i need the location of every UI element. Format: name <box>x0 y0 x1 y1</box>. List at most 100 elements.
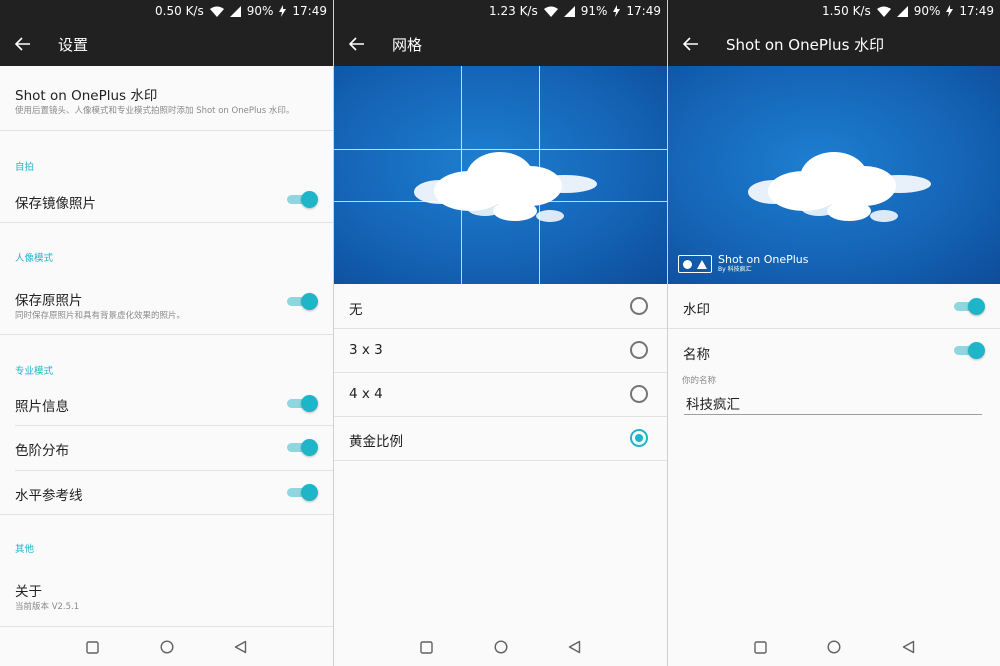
preview-watermark-line2: By 科技疯汇 <box>718 266 752 273</box>
about-version: 当前版本 V2.5.1 <box>15 602 80 612</box>
save-mirror-setting[interactable]: 保存镜像照片 <box>0 178 333 222</box>
grid-option-label: 3 x 3 <box>349 342 383 358</box>
grid-line-vertical <box>539 66 540 284</box>
nav-back-button[interactable] <box>899 638 917 656</box>
network-speed: 0.50 K/s <box>155 4 204 18</box>
status-bar: 1.23 K/s 91% 17:49 <box>334 0 667 22</box>
wifi-icon <box>543 6 558 17</box>
divider <box>0 514 333 515</box>
watermark-preview-image: Shot on OnePlus By 科技疯汇 <box>668 66 1000 284</box>
watermark-toggle[interactable] <box>954 296 985 316</box>
histogram-toggle[interactable] <box>287 437 318 457</box>
grid-option-radio[interactable] <box>630 341 648 359</box>
divider <box>0 130 333 131</box>
cloud-image <box>414 152 597 222</box>
clock: 17:49 <box>626 4 661 18</box>
back-triangle-icon <box>902 640 914 654</box>
home-button[interactable] <box>158 638 176 656</box>
about-setting[interactable]: 关于 当前版本 V2.5.1 <box>0 568 333 624</box>
home-button[interactable] <box>492 638 510 656</box>
toolbar: Shot on OnePlus 水印 <box>668 22 1000 66</box>
recents-square-icon <box>753 640 767 654</box>
clock: 17:49 <box>292 4 327 18</box>
nav-bar <box>334 628 667 666</box>
back-button[interactable] <box>334 22 380 66</box>
back-triangle-icon <box>568 640 581 654</box>
divider <box>0 222 333 223</box>
charging-icon <box>946 5 954 17</box>
divider <box>0 626 333 627</box>
photo-info-setting[interactable]: 照片信息 <box>0 381 333 425</box>
back-button[interactable] <box>668 22 714 66</box>
nav-back-button[interactable] <box>232 638 250 656</box>
save-original-setting[interactable]: 保存原照片 同时保存原照片和具有背景虚化效果的照片。 <box>0 270 333 332</box>
watermark-setting-desc: 使用后置镜头、人像模式和专业模式拍照时添加 Shot on OnePlus 水印… <box>15 106 295 116</box>
save-original-toggle[interactable] <box>287 291 318 311</box>
divider <box>0 334 333 335</box>
name-toggle-setting[interactable]: 名称 <box>668 329 1000 373</box>
preview-watermark-line1: Shot on OnePlus <box>718 253 809 266</box>
watermark-settings: Shot on OnePlus By 科技疯汇 水印 名称 你的名称 <box>668 66 1000 628</box>
charging-icon <box>279 5 287 17</box>
grid-option-golden-ratio[interactable]: 黄金比例 <box>334 417 667 461</box>
network-speed: 1.50 K/s <box>822 4 871 18</box>
back-triangle-icon <box>234 640 247 654</box>
watermark-panel: 1.50 K/s 90% 17:49 Shot on OnePlus 水印 Sh… <box>668 0 1000 666</box>
wifi-icon <box>209 6 224 17</box>
watermark-toggle-label: 水印 <box>683 302 710 318</box>
grid-option-label: 4 x 4 <box>349 386 383 402</box>
battery-percent: 90% <box>913 4 941 18</box>
grid-option-3x3[interactable]: 3 x 3 <box>334 329 667 373</box>
save-original-desc: 同时保存原照片和具有背景虚化效果的照片。 <box>15 311 186 321</box>
grid-option-radio[interactable] <box>630 297 648 315</box>
nav-bar <box>668 628 1000 666</box>
status-bar: 1.50 K/s 90% 17:49 <box>668 0 1000 22</box>
grid-option-4x4[interactable]: 4 x 4 <box>334 373 667 417</box>
toolbar: 设置 <box>0 22 333 66</box>
grid-option-none[interactable]: 无 <box>334 284 667 328</box>
save-mirror-label: 保存镜像照片 <box>15 196 96 212</box>
arrow-left-icon <box>683 37 698 51</box>
recents-square-icon <box>86 640 99 654</box>
recents-button[interactable] <box>751 638 769 656</box>
name-toggle-label: 名称 <box>683 347 710 363</box>
save-original-label: 保存原照片 <box>15 293 83 309</box>
page-title: 网格 <box>392 35 423 54</box>
network-speed: 1.23 K/s <box>489 4 538 18</box>
watermark-toggle-setting[interactable]: 水印 <box>668 284 1000 328</box>
watermark-setting[interactable]: Shot on OnePlus 水印 使用后置镜头、人像模式和专业模式拍照时添加… <box>0 66 333 130</box>
home-circle-icon <box>493 640 508 654</box>
grid-option-radio[interactable] <box>630 385 648 403</box>
grid-line-vertical <box>461 66 462 284</box>
recents-button[interactable] <box>418 638 436 656</box>
horizon-toggle[interactable] <box>287 482 318 502</box>
nav-back-button[interactable] <box>566 638 584 656</box>
name-toggle[interactable] <box>954 340 985 360</box>
horizon-setting[interactable]: 水平参考线 <box>0 471 333 515</box>
back-button[interactable] <box>0 22 46 66</box>
histogram-label: 色阶分布 <box>15 443 69 459</box>
signal-icon <box>563 5 575 17</box>
section-header-pro: 专业模式 <box>15 366 54 377</box>
grid-option-radio-selected[interactable] <box>630 429 648 447</box>
recents-square-icon <box>420 640 433 654</box>
photo-info-toggle[interactable] <box>287 393 318 413</box>
toolbar: 网格 <box>334 22 667 66</box>
horizon-label: 水平参考线 <box>15 488 83 504</box>
home-circle-icon <box>827 640 841 654</box>
grid-option-label: 无 <box>349 302 363 318</box>
cloud-image <box>748 152 931 222</box>
name-input[interactable] <box>684 391 982 415</box>
page-title: 设置 <box>58 35 89 54</box>
battery-percent: 91% <box>580 4 608 18</box>
settings-list: Shot on OnePlus 水印 使用后置镜头、人像模式和专业模式拍照时添加… <box>0 66 333 628</box>
recents-button[interactable] <box>84 638 102 656</box>
grid-line-horizontal <box>334 149 667 150</box>
home-button[interactable] <box>825 638 843 656</box>
charging-icon <box>613 5 621 17</box>
watermark-setting-title: Shot on OnePlus 水印 <box>15 88 158 104</box>
section-header-portrait: 人像模式 <box>15 253 54 264</box>
save-mirror-toggle[interactable] <box>287 189 318 209</box>
preview-watermark: Shot on OnePlus By 科技疯汇 <box>678 254 808 274</box>
histogram-setting[interactable]: 色阶分布 <box>0 426 333 470</box>
